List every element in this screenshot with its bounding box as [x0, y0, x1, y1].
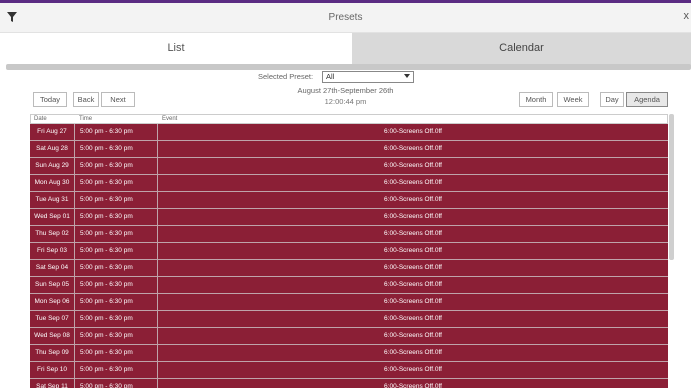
row-event[interactable]: 6:00-Screens Off.0ff: [158, 141, 668, 158]
column-header-event: Event: [162, 116, 178, 122]
row-event[interactable]: 6:00-Screens Off.0ff: [158, 226, 668, 243]
row-date: Fri Sep 03: [30, 243, 75, 260]
back-button[interactable]: Back: [73, 92, 99, 107]
vertical-scrollbar[interactable]: [669, 114, 674, 260]
row-time: 5:00 pm - 6:30 pm: [75, 226, 158, 243]
preset-dropdown[interactable]: All: [322, 71, 414, 83]
row-date: Sat Aug 28: [30, 141, 75, 158]
row-event[interactable]: 6:00-Screens Off.0ff: [158, 328, 668, 345]
table-row[interactable]: Thu Sep 02 5:00 pm - 6:30 pm 6:00-Screens …: [30, 226, 668, 243]
row-time: 5:00 pm - 6:30 pm: [75, 141, 158, 158]
row-time: 5:00 pm - 6:30 pm: [75, 294, 158, 311]
row-event[interactable]: 6:00-Screens Off.0ff: [158, 209, 668, 226]
row-event[interactable]: 6:00-Screens Off.0ff: [158, 294, 668, 311]
row-event[interactable]: 6:00-Screens Off.0ff: [158, 192, 668, 209]
row-date: Sat Sep 04: [30, 260, 75, 277]
table-body: Fri Aug 27 5:00 pm - 6:30 pm 6:00-Screens …: [30, 124, 668, 388]
table-row[interactable]: Fri Aug 27 5:00 pm - 6:30 pm 6:00-Screens …: [30, 124, 668, 141]
day-view-button[interactable]: Day: [600, 92, 624, 107]
close-icon[interactable]: x: [684, 10, 690, 22]
row-event[interactable]: 6:00-Screens Off.0ff: [158, 158, 668, 175]
table-row[interactable]: Tue Sep 07 5:00 pm - 6:30 pm 6:00-Screens …: [30, 311, 668, 328]
next-button[interactable]: Next: [101, 92, 135, 107]
row-event[interactable]: 6:00-Screens Off.0ff: [158, 362, 668, 379]
table-row[interactable]: Sat Sep 11 5:00 pm - 6:30 pm 6:00-Screens …: [30, 379, 668, 388]
month-view-button[interactable]: Month: [519, 92, 553, 107]
row-time: 5:00 pm - 6:30 pm: [75, 209, 158, 226]
week-view-button[interactable]: Week: [557, 92, 589, 107]
row-time: 5:00 pm - 6:30 pm: [75, 124, 158, 141]
agenda-table: Date Time Event Fri Aug 27 5:00 pm - 6:30…: [30, 114, 668, 388]
row-date: Wed Sep 01: [30, 209, 75, 226]
column-header-time: Time: [79, 116, 93, 122]
tab-list[interactable]: List: [0, 33, 352, 67]
row-date: Thu Sep 09: [30, 345, 75, 362]
table-row[interactable]: Sun Sep 05 5:00 pm - 6:30 pm 6:00-Screens …: [30, 277, 668, 294]
row-time: 5:00 pm - 6:30 pm: [75, 260, 158, 277]
row-date: Fri Aug 27: [30, 124, 75, 141]
agenda-view-button[interactable]: Agenda: [626, 92, 668, 107]
row-date: Tue Sep 07: [30, 311, 75, 328]
row-date: Wed Sep 08: [30, 328, 75, 345]
title-bar: Presets x: [0, 3, 691, 33]
table-row[interactable]: Fri Sep 03 5:00 pm - 6:30 pm 6:00-Screens …: [30, 243, 668, 260]
row-time: 5:00 pm - 6:30 pm: [75, 379, 158, 388]
table-row[interactable]: Sat Aug 28 5:00 pm - 6:30 pm 6:00-Screens …: [30, 141, 668, 158]
row-time: 5:00 pm - 6:30 pm: [75, 328, 158, 345]
row-time: 5:00 pm - 6:30 pm: [75, 311, 158, 328]
column-header-date: Date: [34, 116, 47, 122]
row-time: 5:00 pm - 6:30 pm: [75, 175, 158, 192]
row-date: Tue Aug 31: [30, 192, 75, 209]
window-title: Presets: [328, 12, 363, 23]
row-event[interactable]: 6:00-Screens Off.0ff: [158, 243, 668, 260]
table-row[interactable]: Thu Sep 09 5:00 pm - 6:30 pm 6:00-Screens …: [30, 345, 668, 362]
row-time: 5:00 pm - 6:30 pm: [75, 243, 158, 260]
row-date: Fri Sep 10: [30, 362, 75, 379]
table-row[interactable]: Mon Aug 30 5:00 pm - 6:30 pm 6:00-Screens …: [30, 175, 668, 192]
row-time: 5:00 pm - 6:30 pm: [75, 192, 158, 209]
preset-selector: Selected Preset: All: [0, 71, 691, 85]
row-date: Mon Aug 30: [30, 175, 75, 192]
table-row[interactable]: Fri Sep 10 5:00 pm - 6:30 pm 6:00-Screens …: [30, 362, 668, 379]
preset-value: All: [326, 72, 335, 81]
row-time: 5:00 pm - 6:30 pm: [75, 158, 158, 175]
row-event[interactable]: 6:00-Screens Off.0ff: [158, 124, 668, 141]
row-event[interactable]: 6:00-Screens Off.0ff: [158, 175, 668, 192]
table-row[interactable]: Tue Aug 31 5:00 pm - 6:30 pm 6:00-Screens …: [30, 192, 668, 209]
dropdown-arrow-icon: [404, 74, 410, 78]
horizontal-scrollbar[interactable]: [6, 64, 691, 70]
view-tabs: List Calendar: [0, 33, 691, 67]
preset-label: Selected Preset:: [258, 72, 314, 81]
row-date: Sun Aug 29: [30, 158, 75, 175]
row-date: Sat Sep 11: [30, 379, 75, 388]
row-event[interactable]: 6:00-Screens Off.0ff: [158, 345, 668, 362]
row-date: Thu Sep 02: [30, 226, 75, 243]
row-event[interactable]: 6:00-Screens Off.0ff: [158, 277, 668, 294]
table-row[interactable]: Mon Sep 06 5:00 pm - 6:30 pm 6:00-Screens …: [30, 294, 668, 311]
row-date: Mon Sep 06: [30, 294, 75, 311]
table-row[interactable]: Sun Aug 29 5:00 pm - 6:30 pm 6:00-Screens …: [30, 158, 668, 175]
row-event[interactable]: 6:00-Screens Off.0ff: [158, 379, 668, 388]
today-button[interactable]: Today: [33, 92, 67, 107]
table-row[interactable]: Wed Sep 01 5:00 pm - 6:30 pm 6:00-Screens …: [30, 209, 668, 226]
table-row[interactable]: Sat Sep 04 5:00 pm - 6:30 pm 6:00-Screens …: [30, 260, 668, 277]
row-time: 5:00 pm - 6:30 pm: [75, 277, 158, 294]
row-time: 5:00 pm - 6:30 pm: [75, 345, 158, 362]
row-date: Sun Sep 05: [30, 277, 75, 294]
row-event[interactable]: 6:00-Screens Off.0ff: [158, 311, 668, 328]
tab-calendar[interactable]: Calendar: [352, 33, 691, 67]
row-event[interactable]: 6:00-Screens Off.0ff: [158, 260, 668, 277]
row-time: 5:00 pm - 6:30 pm: [75, 362, 158, 379]
table-row[interactable]: Wed Sep 08 5:00 pm - 6:30 pm 6:00-Screens …: [30, 328, 668, 345]
table-header: Date Time Event: [30, 114, 668, 124]
